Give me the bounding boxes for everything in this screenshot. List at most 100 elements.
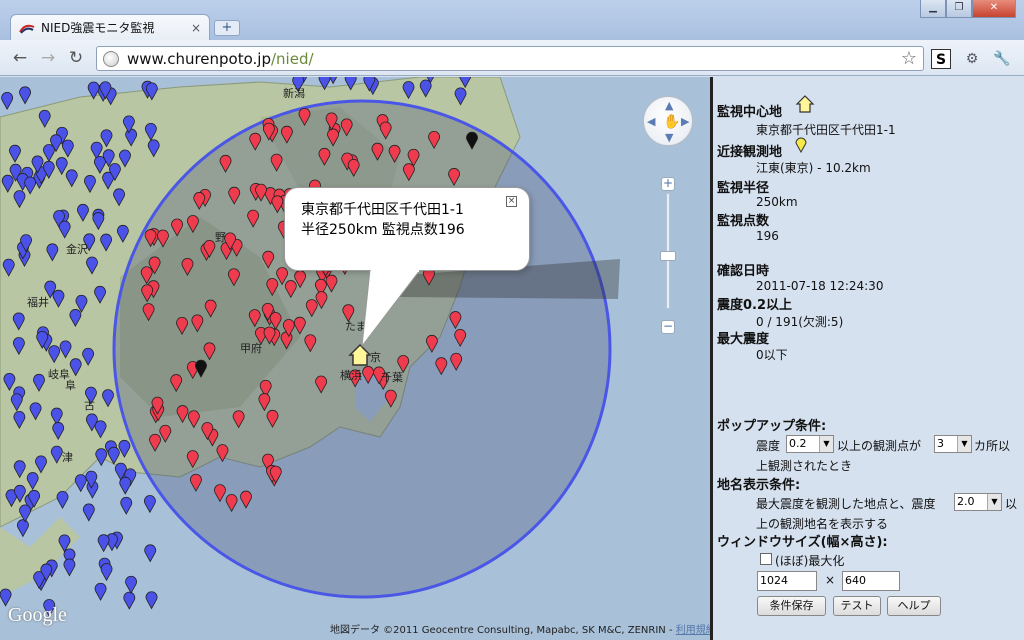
save-conditions-button[interactable]: 条件保存 xyxy=(757,596,826,616)
popup-text-above: 以上の観測点が xyxy=(837,439,922,453)
terms-link[interactable]: 利用規約 xyxy=(676,625,710,636)
minimize-button[interactable]: ▁ xyxy=(920,0,946,18)
test-button[interactable]: テスト xyxy=(833,596,881,616)
help-button[interactable]: ヘルプ xyxy=(887,596,941,616)
max-intensity-label: 最大震度 xyxy=(717,332,770,347)
place-label: 金沢 xyxy=(66,243,88,256)
times-sign: × xyxy=(825,573,836,587)
points-value: 196 xyxy=(756,229,779,243)
close-window-button[interactable]: ✕ xyxy=(972,0,1016,18)
place-label: 甲府 xyxy=(240,342,262,355)
placename-text-1: 最大震度を観測した地点と、震度 xyxy=(756,497,936,511)
google-logo: Google xyxy=(8,604,67,626)
place-label: 京 xyxy=(370,351,381,364)
center-label: 監視中心地 xyxy=(717,105,783,120)
bubble-radius: 半径250km 監視点数196 xyxy=(301,222,465,238)
window-controls: ▁ ❐ ✕ xyxy=(920,0,1016,18)
zoom-in-button[interactable]: + xyxy=(661,177,675,191)
bubble-tail xyxy=(361,270,421,348)
station-pin[interactable] xyxy=(74,474,87,493)
back-arrow-icon[interactable]: ← xyxy=(10,48,30,68)
station-pin[interactable] xyxy=(125,575,137,594)
placename-intensity-select[interactable]: 2.0 ▼ xyxy=(954,493,1002,511)
height-input[interactable]: 640 xyxy=(842,571,900,591)
map-area[interactable]: 新潟 福井 岐阜 甲府 たま 京 横浜 千葉 金沢 野 阜 古 津 ▲ ◀ ✋ … xyxy=(0,77,710,640)
placename-text-2: 以 xyxy=(1005,497,1018,511)
popup-intensity-select[interactable]: 0.2 ▼ xyxy=(786,435,834,453)
chevron-down-icon: ▼ xyxy=(987,494,1001,510)
pan-left-icon[interactable]: ◀ xyxy=(647,115,655,128)
place-label: 野 xyxy=(215,231,226,244)
new-tab-button[interactable]: + xyxy=(214,20,240,36)
station-pin[interactable] xyxy=(1,91,13,110)
wrench-menu-icon[interactable]: 🔧 xyxy=(992,49,1012,69)
intensity-label: 震度0.2以上 xyxy=(717,298,793,313)
place-label: 横浜 xyxy=(340,369,362,382)
zoom-slider-thumb[interactable] xyxy=(660,251,676,261)
width-input[interactable]: 1024 xyxy=(757,571,817,591)
nearby-value: 江東(東京) - 10.2km xyxy=(756,161,871,175)
pan-down-icon[interactable]: ▼ xyxy=(665,131,673,144)
chevron-down-icon: ▼ xyxy=(819,436,833,452)
station-pin[interactable] xyxy=(63,558,76,577)
extension-s-icon[interactable]: S xyxy=(931,49,951,69)
browser-tab[interactable]: NIED強震モニタ監視 × xyxy=(10,14,210,40)
tab-close-icon[interactable]: × xyxy=(191,21,201,35)
yellow-pin-icon xyxy=(795,137,807,153)
checked-value: 2011-07-18 12:24:30 xyxy=(756,279,884,293)
station-pin[interactable] xyxy=(95,448,108,467)
station-pin[interactable] xyxy=(123,591,136,610)
pan-right-icon[interactable]: ▶ xyxy=(681,115,689,128)
zoom-control[interactable]: + − xyxy=(660,177,676,334)
title-bar: NIED強震モニタ監視 × + ▁ ❐ ✕ xyxy=(0,0,1024,40)
station-pin[interactable] xyxy=(145,591,158,610)
tab-title: NIED強震モニタ監視 xyxy=(41,21,155,35)
station-pin[interactable] xyxy=(56,491,69,510)
points-label: 監視点数 xyxy=(717,214,770,229)
station-pin[interactable] xyxy=(94,582,107,601)
pan-up-icon[interactable]: ▲ xyxy=(665,99,673,112)
place-label: 福井 xyxy=(27,296,49,309)
placename-intensity-value: 2.0 xyxy=(957,495,975,508)
station-pin[interactable] xyxy=(19,504,31,523)
place-label: 新潟 xyxy=(283,87,305,100)
popup-text-places: カ所以 xyxy=(974,439,1011,453)
extension-gear-icon[interactable]: ⚙ xyxy=(962,49,982,69)
pan-hand-icon[interactable]: ✋ xyxy=(663,114,680,130)
reload-icon[interactable]: ↻ xyxy=(66,48,86,68)
station-pin[interactable] xyxy=(144,544,157,563)
station-pin[interactable] xyxy=(82,503,95,522)
popup-count-select[interactable]: 3 ▼ xyxy=(934,435,972,453)
globe-icon xyxy=(103,50,119,67)
bookmark-star-icon[interactable]: ☆ xyxy=(901,48,917,69)
station-pin[interactable] xyxy=(120,496,133,515)
address-bar[interactable]: www.churenpoto.jp /nied/ ☆ xyxy=(96,46,924,71)
station-pin[interactable] xyxy=(19,86,31,105)
placename-text-3: 上の観測地名を表示する xyxy=(756,517,889,531)
zoom-out-button[interactable]: − xyxy=(661,320,675,334)
checked-label: 確認日時 xyxy=(717,264,770,279)
bubble-close-icon[interactable]: × xyxy=(506,196,517,207)
map-canvas[interactable] xyxy=(0,77,710,640)
popup-count-value: 3 xyxy=(937,437,944,450)
maximize-checkbox[interactable] xyxy=(760,553,772,565)
popup-condition-label: ポップアップ条件: xyxy=(717,419,827,434)
radius-label: 監視半径 xyxy=(717,181,770,196)
forward-arrow-icon[interactable]: → xyxy=(38,48,58,68)
station-pin[interactable] xyxy=(17,519,29,538)
station-pin[interactable] xyxy=(97,534,110,553)
station-pin[interactable] xyxy=(144,495,156,514)
placename-condition-label: 地名表示条件: xyxy=(717,478,801,493)
chevron-down-icon: ▼ xyxy=(957,436,971,452)
popup-text-intensity: 震度 xyxy=(756,439,781,453)
browser-toolbar: ← → ↻ www.churenpoto.jp /nied/ ☆ S ⚙ 🔧 xyxy=(0,40,1024,76)
url-path: /nied/ xyxy=(270,49,314,68)
max-intensity-value: 0以下 xyxy=(756,348,788,362)
station-pin[interactable] xyxy=(100,563,113,582)
nearby-label: 近接観測地 xyxy=(717,145,783,160)
restore-button[interactable]: ❐ xyxy=(946,0,972,18)
center-value: 東京都千代田区千代田1-1 xyxy=(756,123,896,137)
map-pan-control[interactable]: ▲ ◀ ✋ ▶ ▼ xyxy=(643,96,693,146)
popup-intensity-value: 0.2 xyxy=(789,437,807,450)
radius-value: 250km xyxy=(756,195,798,209)
